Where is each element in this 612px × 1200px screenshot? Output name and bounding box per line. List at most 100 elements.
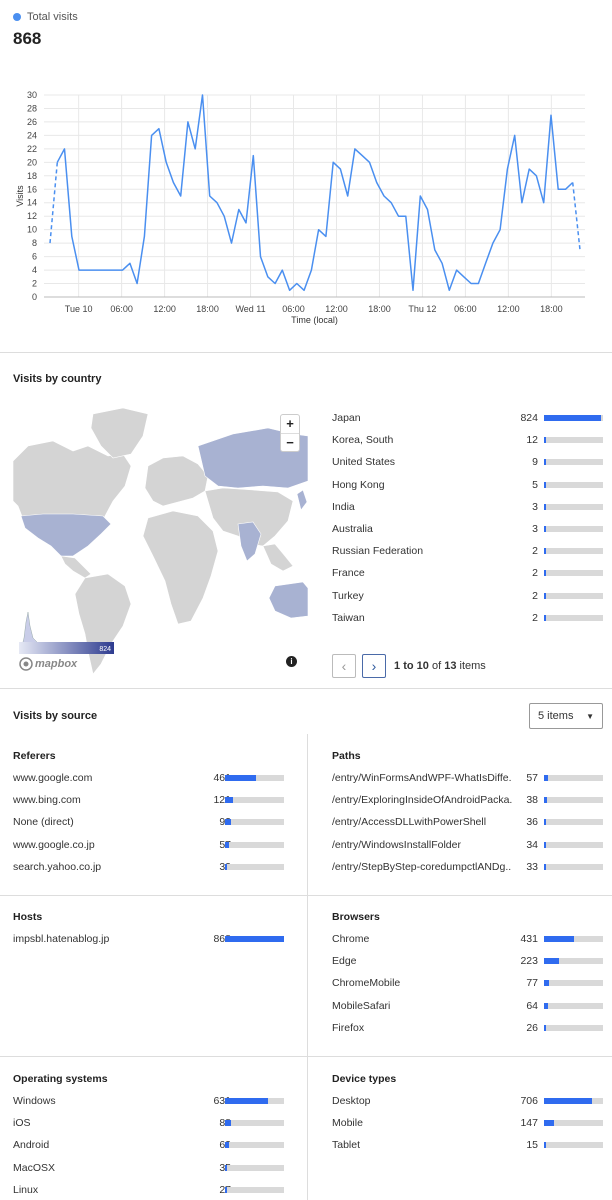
browsers-title: Browsers bbox=[332, 911, 380, 923]
paths-row[interactable]: /entry/WinFormsAndWPF-WhatIsDiffe... 57 bbox=[332, 771, 538, 785]
devices-row[interactable]: Desktop 706 bbox=[332, 1094, 538, 1108]
y-tick-label: 26 bbox=[27, 117, 37, 127]
x-tick-label: Wed 11 bbox=[235, 304, 265, 314]
os-row-label: iOS bbox=[13, 1117, 31, 1130]
paths-row-bar bbox=[544, 797, 603, 804]
country-row-bar-fill bbox=[544, 548, 546, 555]
devices-row[interactable]: Tablet 15 bbox=[332, 1138, 538, 1152]
y-tick-label: 4 bbox=[32, 265, 37, 275]
paths-row-value: 57 bbox=[526, 772, 538, 784]
os-row-bar-fill bbox=[225, 1164, 228, 1171]
browsers-row[interactable]: ChromeMobile 77 bbox=[332, 976, 538, 990]
country-row[interactable]: Korea, South 12 bbox=[332, 433, 538, 447]
country-row-label: Russian Federation bbox=[332, 545, 424, 558]
devices-row-bar-fill bbox=[544, 1120, 555, 1127]
country-row-label: Turkey bbox=[332, 589, 364, 602]
chevron-left-icon: ‹ bbox=[341, 658, 347, 674]
browsers-row-value: 431 bbox=[520, 933, 538, 945]
visits-line-chart[interactable]: 024681012141618202224262830Tue 10 06:00 12… bbox=[0, 80, 612, 330]
country-row[interactable]: India 3 bbox=[332, 500, 538, 514]
paths-row[interactable]: /entry/WindowsInstallFolder 34 bbox=[332, 838, 538, 852]
paths-row-bar-fill bbox=[544, 797, 547, 804]
country-row[interactable]: Taiwan 2 bbox=[332, 611, 538, 625]
country-row-bar-fill bbox=[544, 459, 546, 466]
devices-row-value: 15 bbox=[526, 1139, 538, 1152]
browsers-row-label: ChromeMobile bbox=[332, 977, 401, 990]
os-title: Operating systems bbox=[13, 1073, 108, 1085]
map-info-icon[interactable]: i bbox=[286, 656, 297, 667]
country-row[interactable]: Turkey 2 bbox=[332, 589, 538, 603]
x-tick-label: 12:00 bbox=[325, 304, 348, 314]
pager-to: 10 bbox=[416, 660, 429, 672]
country-row[interactable]: France 2 bbox=[332, 566, 538, 580]
devices-row[interactable]: Mobile 147 bbox=[332, 1116, 538, 1130]
referers-row[interactable]: www.bing.com 121 bbox=[13, 793, 231, 807]
referers-row-bar bbox=[225, 863, 284, 870]
country-row-bar bbox=[544, 415, 603, 421]
country-row[interactable]: Russian Federation 2 bbox=[332, 544, 538, 558]
browsers-row-bar bbox=[544, 1002, 603, 1009]
paths-row[interactable]: /entry/StepByStep-coredumpctlANDg... 33 bbox=[332, 860, 538, 874]
scale-max-label: 824 bbox=[99, 646, 111, 653]
os-row[interactable]: Android 63 bbox=[13, 1138, 231, 1152]
referers-row[interactable]: None (direct) 92 bbox=[13, 815, 231, 829]
browsers-row[interactable]: Chrome 431 bbox=[332, 932, 538, 946]
country-row-bar-fill bbox=[544, 614, 546, 621]
items-per-page-select[interactable]: 5 items ▼ bbox=[529, 703, 603, 729]
os-row[interactable]: Windows 631 bbox=[13, 1094, 231, 1108]
referers-row[interactable]: search.yahoo.co.jp 32 bbox=[13, 860, 231, 874]
os-row-bar bbox=[225, 1098, 284, 1104]
legend-label: Total visits bbox=[27, 11, 78, 23]
country-row-value: 3 bbox=[532, 523, 538, 535]
os-row-value: 35 bbox=[163, 1162, 231, 1174]
browsers-row-bar-fill bbox=[544, 936, 574, 942]
paths-row[interactable]: /entry/ExploringInsideOfAndroidPacka... 3… bbox=[332, 793, 538, 807]
browsers-row[interactable]: MobileSafari 64 bbox=[332, 999, 538, 1013]
paths-row-bar-fill bbox=[544, 775, 548, 781]
x-tick-label: 06:00 bbox=[282, 304, 305, 314]
country-row[interactable]: United States 9 bbox=[332, 455, 538, 469]
y-axis-label: Visits bbox=[15, 185, 25, 207]
country-row[interactable]: Japan 824 bbox=[332, 411, 538, 425]
referers-row-bar bbox=[225, 775, 284, 781]
os-row[interactable]: MacOSX 35 bbox=[13, 1161, 231, 1175]
referers-row[interactable]: www.google.co.jp 57 bbox=[13, 838, 231, 852]
browsers-row-value: 223 bbox=[520, 955, 538, 968]
country-row-value: 12 bbox=[526, 434, 538, 447]
browsers-row-bar bbox=[544, 958, 603, 965]
referers-row-bar bbox=[225, 819, 284, 826]
paths-row[interactable]: /entry/AccessDLLwithPowerShell 36 bbox=[332, 815, 538, 829]
os-row-bar-fill bbox=[225, 1186, 227, 1193]
browsers-row-value: 77 bbox=[526, 977, 538, 990]
referers-row-value: 32 bbox=[163, 861, 231, 873]
zoom-in-button[interactable]: + bbox=[281, 415, 299, 433]
hosts-row[interactable]: impsbl.hatenablog.jp 868 bbox=[13, 932, 231, 946]
country-row[interactable]: Hong Kong 5 bbox=[332, 478, 538, 492]
chart-legend[interactable]: Total visits bbox=[13, 11, 78, 23]
browsers-row[interactable]: Edge 223 bbox=[332, 954, 538, 968]
y-tick-label: 22 bbox=[27, 144, 37, 154]
country-row-value: 2 bbox=[532, 567, 538, 580]
mapbox-logo[interactable]: mapbox bbox=[19, 657, 77, 671]
country-row-bar bbox=[544, 548, 603, 555]
zoom-out-button[interactable]: − bbox=[281, 433, 299, 451]
paths-row-bar bbox=[544, 775, 603, 781]
referers-row-label: search.yahoo.co.jp bbox=[13, 860, 102, 873]
country-row-bar-fill bbox=[544, 415, 601, 421]
country-row-bar-fill bbox=[544, 526, 546, 532]
browsers-row[interactable]: Firefox 26 bbox=[332, 1021, 538, 1035]
total-visits-value: 868 bbox=[13, 29, 42, 48]
referers-row[interactable]: www.google.com 461 bbox=[13, 771, 231, 785]
referers-title: Referers bbox=[13, 750, 56, 762]
country-row-bar bbox=[544, 459, 603, 466]
os-row[interactable]: iOS 88 bbox=[13, 1116, 231, 1130]
source-section-title: Visits by source bbox=[13, 710, 98, 722]
mapbox-logo-text: mapbox bbox=[35, 658, 78, 670]
country-row-bar bbox=[544, 570, 603, 577]
country-row[interactable]: Australia 3 bbox=[332, 522, 538, 536]
column-divider bbox=[307, 734, 308, 1200]
os-row[interactable]: Linux 27 bbox=[13, 1183, 231, 1197]
referers-row-bar bbox=[225, 841, 284, 848]
prev-page-button[interactable]: ‹ bbox=[332, 654, 356, 678]
next-page-button[interactable]: › bbox=[362, 654, 386, 678]
